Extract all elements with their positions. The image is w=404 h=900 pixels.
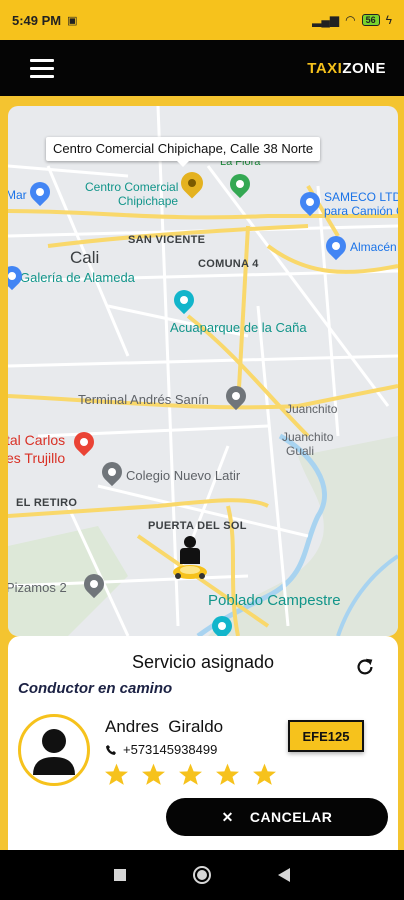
cancel-button-label: CANCELAR bbox=[249, 809, 333, 825]
star-icon bbox=[179, 763, 202, 785]
person-icon bbox=[33, 729, 75, 775]
wifi-icon: ◠ bbox=[345, 13, 356, 27]
map-label-cc-chipichape-1: Centro Comercial bbox=[85, 180, 179, 194]
refresh-icon[interactable] bbox=[354, 656, 376, 678]
map-label-galeria: Galería de Alameda bbox=[20, 270, 135, 285]
service-status: Conductor en camino bbox=[18, 680, 173, 697]
recents-icon[interactable] bbox=[113, 868, 127, 882]
signal-icon: ▂▄▆ bbox=[312, 13, 340, 27]
charging-icon: ϟ bbox=[385, 13, 392, 27]
map-label-poblado: Poblado Campestre bbox=[208, 592, 341, 609]
map-label-cc-chipichape-2: Chipichape bbox=[118, 194, 179, 208]
star-icon bbox=[216, 763, 239, 785]
map-label-hospital-1: tal Carlos bbox=[8, 432, 66, 448]
brand-part-taxi: TAXI bbox=[307, 59, 343, 77]
brand-logo: TAXIZONE bbox=[307, 60, 386, 77]
notification-icon: ▣ bbox=[67, 14, 78, 27]
map-label-san-vicente: SAN VICENTE bbox=[128, 234, 206, 246]
map-label-pizamos: Pizamos 2 bbox=[8, 580, 67, 595]
map-label-el-retiro: EL RETIRO bbox=[16, 497, 78, 509]
map-label-almacen: Almacén bbox=[350, 240, 397, 254]
star-icon bbox=[253, 763, 276, 785]
taxi-driver-icon[interactable] bbox=[170, 534, 210, 582]
back-icon[interactable] bbox=[277, 867, 291, 883]
service-card: Servicio asignado Conductor en camino An… bbox=[8, 636, 398, 850]
status-icons: ▂▄▆ ◠ 56 ϟ bbox=[312, 13, 392, 27]
service-title: Servicio asignado bbox=[131, 652, 275, 672]
status-bar: 5:49 PM ▣ ▂▄▆ ◠ 56 ϟ bbox=[0, 0, 404, 40]
app-bar: TAXIZONE bbox=[0, 40, 404, 96]
driver-avatar bbox=[18, 714, 90, 786]
pickup-location-tooltip[interactable]: Centro Comercial Chipichape, Calle 38 No… bbox=[46, 137, 321, 167]
map-label-comuna4: COMUNA 4 bbox=[198, 258, 259, 270]
map-label-colegio: Colegio Nuevo Latir bbox=[126, 468, 241, 483]
map-label-terminal: Terminal Andrés Sanín bbox=[78, 392, 209, 407]
map-label-mar: Mar bbox=[8, 188, 27, 202]
system-nav-bar bbox=[0, 850, 404, 900]
driver-phone: +573145938499 bbox=[123, 742, 218, 757]
map-label-sameco-1: SAMECO LTDA bbox=[324, 190, 398, 204]
menu-icon[interactable] bbox=[30, 58, 54, 78]
status-time: 5:49 PM bbox=[12, 12, 62, 28]
cancel-button[interactable]: ✕ CANCELAR bbox=[166, 798, 388, 836]
phone-icon bbox=[106, 744, 116, 755]
vehicle-plate: EFE125 bbox=[288, 720, 364, 752]
driver-rating bbox=[104, 762, 277, 787]
map-label-juanchito-guali-1: Juanchito bbox=[282, 430, 334, 444]
map-label-cali: Cali bbox=[70, 248, 100, 267]
battery-icon: 56 bbox=[361, 14, 380, 26]
map-label-sameco-2: para Camión C bbox=[324, 204, 398, 218]
driver-name: Andres Giraldo bbox=[105, 717, 224, 736]
star-icon bbox=[105, 763, 128, 785]
map-label-juanchito-guali-2: Guali bbox=[286, 444, 315, 458]
map-label-hospital-2: es Trujillo bbox=[8, 450, 66, 466]
star-icon bbox=[142, 763, 165, 785]
brand-part-zone: ZONE bbox=[342, 59, 386, 77]
map-label-juanchito: Juanchito bbox=[286, 402, 338, 416]
driver-phone-row[interactable]: +573145938499 bbox=[105, 742, 217, 757]
map-label-acuaparque: Acuaparque de la Caña bbox=[170, 320, 307, 335]
map-label-puerta-del-sol: PUERTA DEL SOL bbox=[148, 520, 247, 532]
home-icon[interactable] bbox=[192, 865, 212, 885]
close-icon: ✕ bbox=[221, 808, 234, 825]
